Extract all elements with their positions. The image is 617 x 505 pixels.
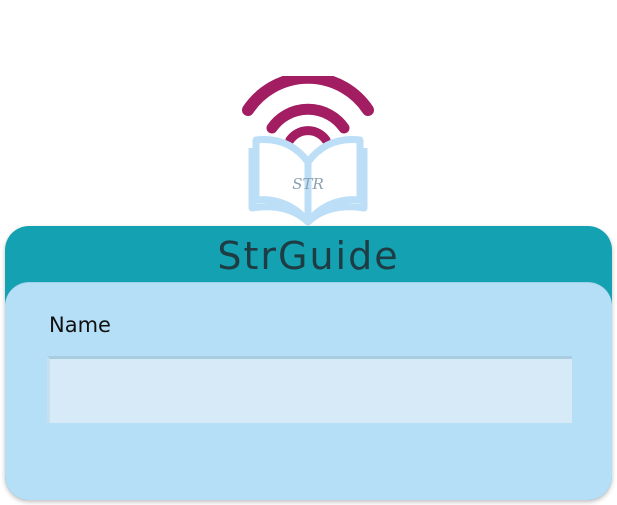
login-card: StrGuide Name (5, 226, 612, 500)
wifi-book-icon: STR (242, 76, 374, 226)
name-label: Name (49, 313, 111, 337)
form-panel: Name (5, 282, 612, 500)
name-input[interactable] (47, 356, 572, 423)
app-title: StrGuide (217, 234, 400, 278)
app-logo: STR (238, 76, 378, 226)
logo-monogram: STR (292, 175, 324, 193)
